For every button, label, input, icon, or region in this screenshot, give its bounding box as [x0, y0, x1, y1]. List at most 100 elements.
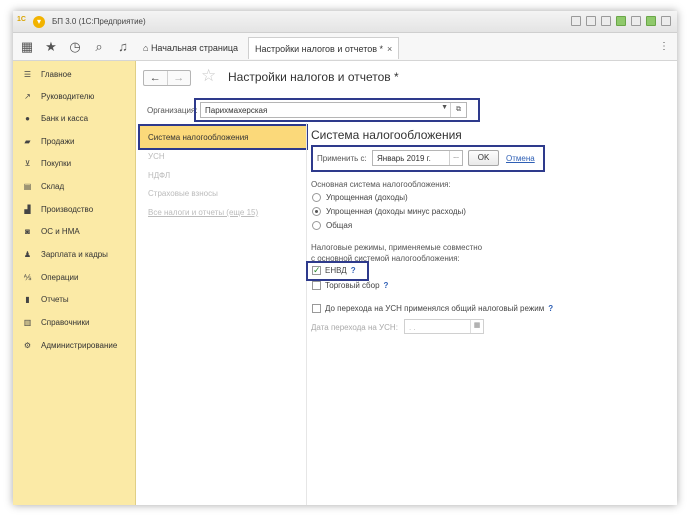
calculator-icon[interactable]: [631, 16, 641, 26]
radio-label: Упрощенная (доходы минус расходы): [326, 207, 466, 216]
favorites-star-icon[interactable]: ★: [43, 39, 59, 55]
checkbox-box: [312, 281, 321, 290]
car-icon: ◙: [25, 226, 30, 236]
sidebar-item-operations[interactable]: ⅍ Операции: [23, 270, 79, 284]
people-icon: ♟: [23, 249, 32, 259]
print-icon[interactable]: [586, 16, 596, 26]
toolbar: ▦ ★ ◷ ⌕ ♫ ⌂ Начальная страница Настройки…: [13, 33, 677, 61]
apps-grid-icon[interactable]: ▦: [19, 39, 35, 55]
tab-tax-settings[interactable]: Настройки налогов и отчетов * ×: [248, 37, 400, 59]
combined-label-line1: Налоговые режимы, применяемые совместно: [311, 243, 483, 252]
home-icon: ⌂: [143, 43, 151, 53]
sidebar-item-fixed-assets[interactable]: ◙ ОС и НМА: [23, 224, 80, 238]
radio-usn-income-minus-expenses[interactable]: Упрощенная (доходы минус расходы): [312, 207, 466, 216]
checkbox-label: Торговый сбор: [325, 281, 380, 290]
radio-label: Упрощенная (доходы): [326, 193, 408, 202]
sidebar-item-label: Банк и касса: [41, 113, 89, 123]
sidebar-item-warehouse[interactable]: ▤ Склад: [23, 179, 64, 193]
sidebar-item-bank[interactable]: ● Банк и касса: [23, 111, 88, 125]
highlight-apply: [311, 145, 545, 172]
highlight-left-nav: [138, 124, 308, 150]
menu-icon: ☰: [23, 69, 32, 79]
sidebar-item-label: Операции: [41, 272, 79, 282]
bell-icon[interactable]: ♫: [115, 39, 131, 55]
app-menu-button[interactable]: ▾: [33, 16, 45, 28]
book-icon: ▥: [23, 317, 32, 327]
chart-line-icon: ↗: [24, 91, 31, 101]
copy-icon[interactable]: [601, 16, 611, 26]
favorite-star-icon[interactable]: ☆: [201, 66, 216, 86]
left-nav-item-usn[interactable]: УСН: [148, 152, 165, 161]
sidebar: ☰ Главное ↗ Руководителю ● Банк и касса ▰ Пр…: [13, 61, 136, 505]
sidebar-item-label: Справочники: [41, 317, 90, 327]
save-icon[interactable]: [571, 16, 581, 26]
sidebar-item-label: Отчеты: [41, 294, 69, 304]
calendar-icon[interactable]: ▦: [470, 320, 483, 333]
sidebar-item-admin[interactable]: ⚙ Администрирование: [23, 338, 117, 352]
warehouse-icon: ▤: [23, 181, 32, 191]
title-bar-icons: [571, 16, 671, 26]
sidebar-item-directories[interactable]: ▥ Справочники: [23, 315, 90, 329]
forward-arrow-icon[interactable]: →: [166, 71, 191, 85]
radio-label: Общая: [326, 221, 353, 230]
checkbox-box: [312, 304, 321, 313]
left-nav-item-all-taxes[interactable]: Все налоги и отчеты (еще 15): [148, 208, 258, 217]
sidebar-item-production[interactable]: ▟ Производство: [23, 202, 93, 216]
operations-icon: ⅍: [23, 272, 32, 282]
radio-usn-income[interactable]: Упрощенная (доходы): [312, 193, 408, 202]
calendar-icon[interactable]: [646, 16, 656, 26]
tab-home-label: Начальная страница: [150, 43, 239, 53]
tab-close-icon[interactable]: ×: [387, 44, 392, 54]
left-nav-item-insurance[interactable]: Страховые взносы: [148, 189, 218, 198]
sidebar-item-label: Руководителю: [41, 91, 95, 101]
sidebar-item-main[interactable]: ☰ Главное: [23, 67, 72, 81]
nav-buttons: ← →: [143, 70, 191, 86]
window-menu-icon[interactable]: [661, 16, 671, 26]
radio-circle-selected: [312, 207, 321, 216]
download-icon[interactable]: [616, 16, 626, 26]
checkbox-label: До перехода на УСН применялся общий нало…: [325, 304, 545, 313]
radio-circle: [312, 193, 321, 202]
radio-general[interactable]: Общая: [312, 221, 352, 230]
bag-icon: ▰: [24, 136, 31, 146]
help-icon[interactable]: ?: [548, 304, 553, 313]
divider: [306, 123, 307, 505]
sidebar-item-label: Производство: [41, 204, 94, 214]
factory-icon: ▟: [24, 204, 31, 214]
transition-date-value: . .: [409, 323, 416, 332]
transition-date-field[interactable]: . . ▦: [404, 319, 484, 334]
tabs-menu-icon[interactable]: ⋮: [659, 41, 669, 52]
bar-chart-icon: ▮: [25, 294, 30, 304]
cart-icon: ⊻: [24, 158, 31, 168]
left-nav-item-ndfl[interactable]: НДФЛ: [148, 171, 170, 180]
title-bar: 1С ▾ БП 3.0 (1С:Предприятие): [13, 11, 677, 33]
sidebar-item-label: ОС и НМА: [41, 226, 80, 236]
sidebar-item-reports[interactable]: ▮ Отчеты: [23, 292, 69, 306]
search-icon[interactable]: ⌕: [91, 39, 107, 55]
sidebar-item-manager[interactable]: ↗ Руководителю: [23, 89, 94, 103]
history-clock-icon[interactable]: ◷: [67, 39, 83, 55]
coin-icon: ●: [25, 113, 30, 123]
gear-icon: ⚙: [23, 340, 32, 350]
transition-date-label: Дата перехода на УСН:: [311, 323, 398, 332]
sidebar-item-label: Покупки: [41, 158, 72, 168]
section-title: Система налогообложения: [311, 128, 462, 142]
sidebar-item-sales[interactable]: ▰ Продажи: [23, 134, 74, 148]
sidebar-item-salary[interactable]: ♟ Зарплата и кадры: [23, 247, 108, 261]
back-arrow-icon[interactable]: ←: [144, 71, 167, 85]
org-label: Организация:: [147, 106, 198, 115]
checkbox-trade-fee[interactable]: Торговый сбор ?: [312, 281, 388, 290]
sidebar-item-purchases[interactable]: ⊻ Покупки: [23, 156, 72, 170]
window-title: БП 3.0 (1С:Предприятие): [52, 17, 146, 26]
app-logo: 1С: [17, 16, 26, 23]
checkbox-pre-usn[interactable]: До перехода на УСН применялся общий нало…: [312, 304, 553, 313]
highlight-envd: [306, 261, 369, 281]
sidebar-item-label: Продажи: [41, 136, 75, 146]
tab-home[interactable]: ⌂ Начальная страница: [137, 37, 244, 59]
help-icon[interactable]: ?: [384, 281, 389, 290]
main-system-label: Основная система налогообложения:: [311, 180, 451, 189]
radio-circle: [312, 221, 321, 230]
sidebar-item-label: Главное: [41, 69, 72, 79]
sidebar-item-label: Зарплата и кадры: [41, 249, 108, 259]
highlight-org: [194, 98, 480, 122]
